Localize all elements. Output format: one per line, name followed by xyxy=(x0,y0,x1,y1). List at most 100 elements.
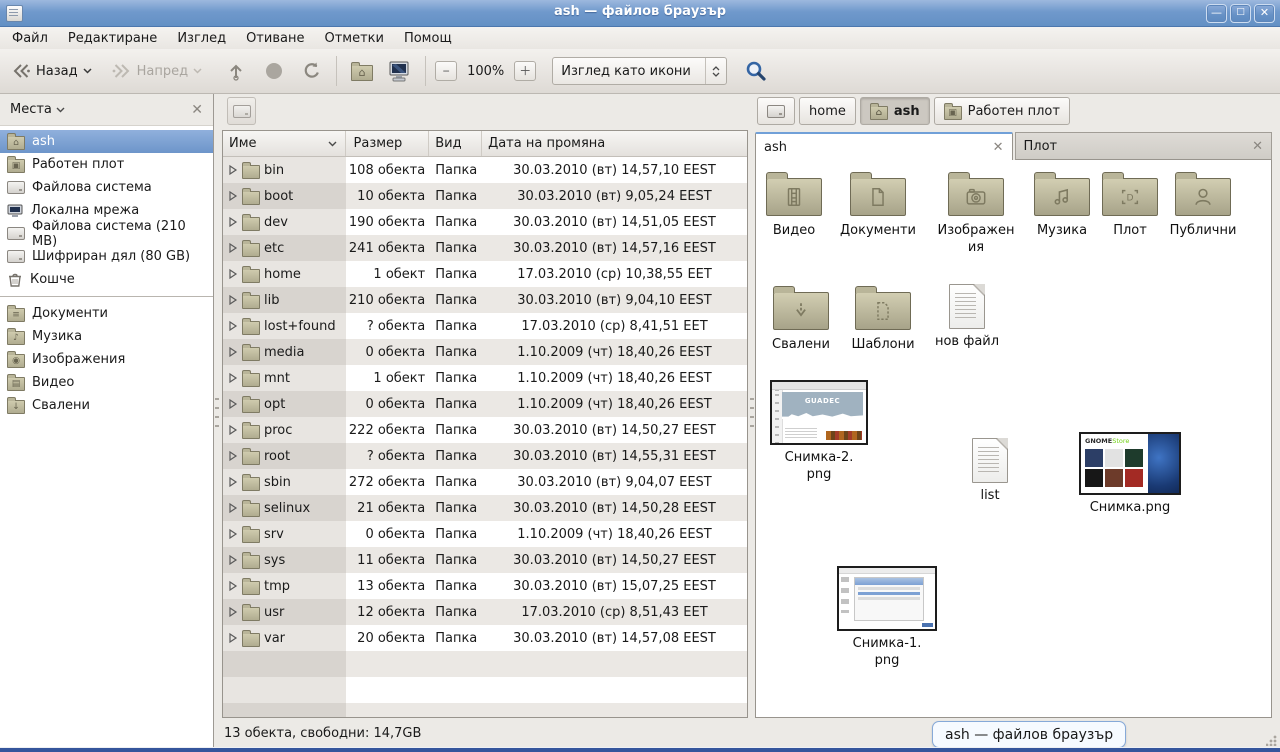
expander-icon[interactable] xyxy=(228,398,238,410)
close-button[interactable]: ✕ xyxy=(1254,4,1275,23)
back-button[interactable]: Назад xyxy=(4,57,99,85)
icon-item-documents[interactable]: Документи xyxy=(828,170,928,239)
back-dropdown-icon[interactable] xyxy=(83,68,92,74)
path-button-desktop[interactable]: ▣Работен плот xyxy=(934,97,1070,125)
column-header-type[interactable]: Вид xyxy=(429,131,482,156)
icon-item-snimka[interactable]: GNOMEStoreСнимка.png xyxy=(1075,432,1185,516)
view-mode-select[interactable]: Изглед като икони xyxy=(552,57,727,85)
sidebar-splitter[interactable] xyxy=(215,398,219,434)
tab-Плот[interactable]: Плот✕ xyxy=(1015,132,1273,160)
computer-button[interactable] xyxy=(380,55,418,87)
reload-button[interactable] xyxy=(295,56,329,86)
expander-icon[interactable] xyxy=(228,372,238,384)
expander-icon[interactable] xyxy=(228,632,238,644)
expander-icon[interactable] xyxy=(228,580,238,592)
table-row[interactable]: boot10 обектаПапка30.03.2010 (вт) 9,05,2… xyxy=(223,183,747,209)
icon-view[interactable]: ВидеоДокументиИзображенияМузикаDПлотПубл… xyxy=(755,160,1272,718)
table-row[interactable]: srv0 обектаПапка1.10.2009 (чт) 18,40,26 … xyxy=(223,521,747,547)
chevron-up-down-icon[interactable] xyxy=(706,66,726,77)
minimize-button[interactable]: — xyxy=(1206,4,1227,23)
expander-icon[interactable] xyxy=(228,528,238,540)
table-row[interactable]: dev190 обектаПапка30.03.2010 (вт) 14,51,… xyxy=(223,209,747,235)
forward-dropdown-icon[interactable] xyxy=(193,68,202,74)
table-row[interactable]: sys11 обектаПапка30.03.2010 (вт) 14,50,2… xyxy=(223,547,747,573)
expander-icon[interactable] xyxy=(228,606,238,618)
table-row[interactable]: sbin272 обектаПапка30.03.2010 (вт) 9,04,… xyxy=(223,469,747,495)
expander-icon[interactable] xyxy=(228,502,238,514)
forward-button[interactable]: Напред xyxy=(105,57,209,85)
maximize-button[interactable]: □ xyxy=(1230,4,1251,23)
sidebar-item-desktop[interactable]: ▣Работен плот xyxy=(0,153,213,176)
icon-item-images[interactable]: Изображения xyxy=(926,170,1026,256)
path-button-root[interactable] xyxy=(757,97,795,125)
expander-icon[interactable] xyxy=(228,216,238,228)
table-row[interactable]: opt0 обектаПапка1.10.2009 (чт) 18,40,26 … xyxy=(223,391,747,417)
table-row[interactable]: var20 обектаПапка30.03.2010 (вт) 14,57,0… xyxy=(223,625,747,651)
sidebar-item-ash[interactable]: ⌂ash xyxy=(0,130,213,153)
expander-icon[interactable] xyxy=(228,346,238,358)
sidebar-close-icon[interactable]: ✕ xyxy=(191,103,203,117)
expander-icon[interactable] xyxy=(228,190,238,202)
tab-ash[interactable]: ash✕ xyxy=(755,132,1013,160)
expander-icon[interactable] xyxy=(228,554,238,566)
table-row[interactable]: usr12 обектаПапка17.03.2010 (ср) 8,51,43… xyxy=(223,599,747,625)
table-row[interactable]: mnt1 обектПапка1.10.2009 (чт) 18,40,26 E… xyxy=(223,365,747,391)
table-row[interactable]: proc222 обектаПапка30.03.2010 (вт) 14,50… xyxy=(223,417,747,443)
menu-item-5[interactable]: Отметки xyxy=(314,29,393,48)
stop-button[interactable] xyxy=(257,56,291,86)
table-row[interactable]: tmp13 обектаПапка30.03.2010 (вт) 15,07,2… xyxy=(223,573,747,599)
sidebar-item-encrypted[interactable]: Шифриран дял (80 GB) xyxy=(0,245,213,268)
column-header-name[interactable]: Име xyxy=(223,131,346,156)
menu-item-6[interactable]: Помощ xyxy=(394,29,462,48)
icon-item-snimka2[interactable]: GUADECСнимка-2.png xyxy=(764,380,874,483)
sidebar-item-trash[interactable]: Кошче xyxy=(0,268,213,291)
tab-close-icon[interactable]: ✕ xyxy=(993,140,1004,155)
up-button[interactable] xyxy=(219,56,253,86)
table-row[interactable]: home1 обектПапка17.03.2010 (ср) 10,38,55… xyxy=(223,261,747,287)
sidebar-item-music[interactable]: ♪Музика xyxy=(0,325,213,348)
chevron-down-icon[interactable] xyxy=(56,107,65,113)
menu-item-2[interactable]: Редактиране xyxy=(58,29,167,48)
expander-icon[interactable] xyxy=(228,450,238,462)
expander-icon[interactable] xyxy=(228,294,238,306)
table-row[interactable]: lost+found? обектаПапка17.03.2010 (ср) 8… xyxy=(223,313,747,339)
path-button-home[interactable]: home xyxy=(799,97,856,125)
menu-item-3[interactable]: Изглед xyxy=(167,29,236,48)
column-header-date[interactable]: Дата на промяна xyxy=(482,131,747,156)
tab-close-icon[interactable]: ✕ xyxy=(1252,139,1263,154)
sidebar-item-documents[interactable]: ≡Документи xyxy=(0,302,213,325)
menu-item-4[interactable]: Отиване xyxy=(236,29,314,48)
expander-icon[interactable] xyxy=(228,164,238,176)
expander-icon[interactable] xyxy=(228,242,238,254)
icon-item-newfile[interactable]: нов файл xyxy=(917,284,1017,350)
table-row[interactable]: bin108 обектаПапка30.03.2010 (вт) 14,57,… xyxy=(223,157,747,183)
resize-grip[interactable] xyxy=(1266,734,1278,746)
sidebar-item-videos[interactable]: ▤Видео xyxy=(0,371,213,394)
table-row[interactable]: etc241 обектаПапка30.03.2010 (вт) 14,57,… xyxy=(223,235,747,261)
table-row[interactable]: root? обектаПапка30.03.2010 (вт) 14,55,3… xyxy=(223,443,747,469)
expander-icon[interactable] xyxy=(228,320,238,332)
expander-icon[interactable] xyxy=(228,476,238,488)
expander-icon[interactable] xyxy=(228,268,238,280)
table-row[interactable]: media0 обектаПапка1.10.2009 (чт) 18,40,2… xyxy=(223,339,747,365)
pane-splitter[interactable] xyxy=(750,398,754,434)
search-button[interactable] xyxy=(737,54,775,88)
icon-item-list[interactable]: list xyxy=(940,438,1040,504)
sidebar-title[interactable]: Места xyxy=(10,102,52,117)
sidebar-item-pictures[interactable]: ◉Изображения xyxy=(0,348,213,371)
sidebar-item-downloads[interactable]: ↓Свалени xyxy=(0,394,213,417)
zoom-out-button[interactable]: − xyxy=(435,61,457,81)
menu-item-1[interactable]: Файл xyxy=(2,29,58,48)
home-button[interactable]: ⌂ xyxy=(344,57,380,86)
tree-root-button[interactable] xyxy=(227,97,256,125)
zoom-in-button[interactable]: ＋ xyxy=(514,61,536,81)
expander-icon[interactable] xyxy=(228,424,238,436)
sidebar-item-filesystem-210[interactable]: Файлова система (210 MB) xyxy=(0,222,213,245)
path-button-ash[interactable]: ⌂ash xyxy=(860,97,930,125)
column-header-size[interactable]: Размер xyxy=(346,131,430,156)
table-row[interactable]: selinux21 обектаПапка30.03.2010 (вт) 14,… xyxy=(223,495,747,521)
sidebar-item-filesystem[interactable]: Файлова система xyxy=(0,176,213,199)
table-row[interactable]: lib210 обектаПапка30.03.2010 (вт) 9,04,1… xyxy=(223,287,747,313)
icon-item-public[interactable]: Публични xyxy=(1153,170,1253,239)
icon-item-snimka1[interactable]: Снимка-1.png xyxy=(832,566,942,669)
